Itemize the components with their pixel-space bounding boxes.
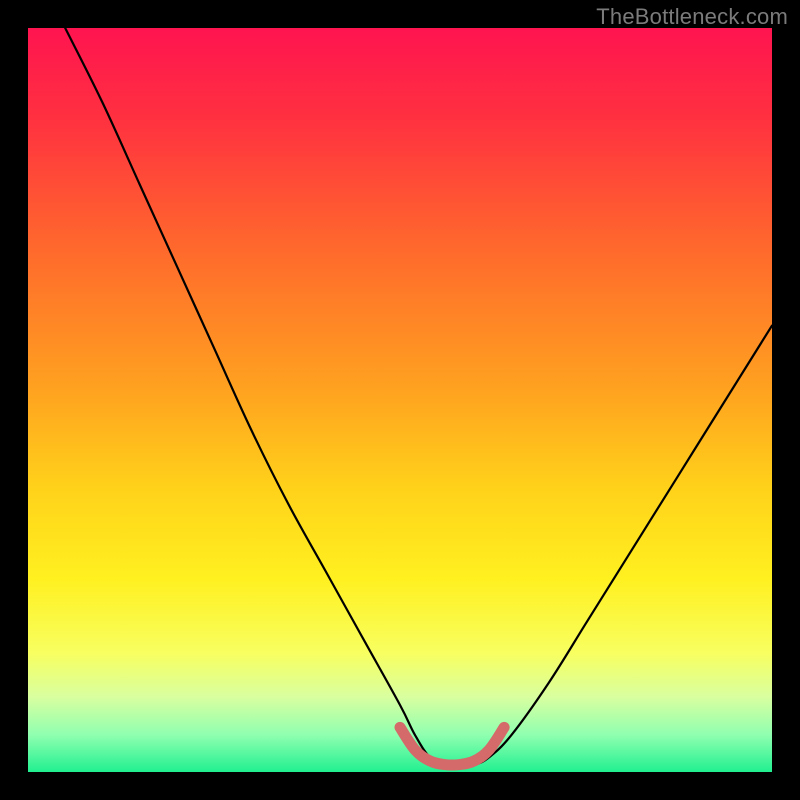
- plot-area: [28, 28, 772, 772]
- watermark-text: TheBottleneck.com: [596, 4, 788, 30]
- bottleneck-curve: [65, 28, 772, 765]
- chart-frame: TheBottleneck.com: [0, 0, 800, 800]
- optimal-range-marker: [400, 727, 504, 765]
- curve-layer: [28, 28, 772, 772]
